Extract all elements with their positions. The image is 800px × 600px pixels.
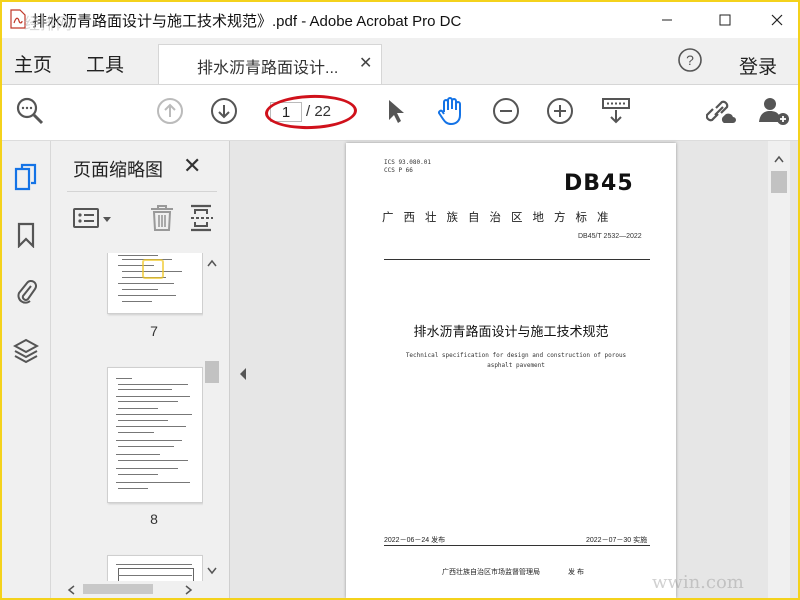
close-window-button[interactable] [748,2,798,38]
panel-toolbar [67,191,217,238]
add-user-icon [759,98,789,125]
english-title-line: asphalt pavement [487,362,545,369]
ccs-line: CCS P 66 [384,167,413,174]
english-title-line: Technical specification for design and c… [405,352,627,359]
zoom-search-button[interactable] [14,95,46,127]
page-thumbnails-button[interactable] [12,163,40,191]
minimize-icon [662,19,672,21]
page-thumbnail[interactable] [107,253,203,314]
header-rule [384,259,650,260]
navigation-rail [2,141,51,598]
previous-page-button[interactable] [154,95,186,127]
thumbnail-horizontal-scrollbar[interactable] [63,581,213,597]
hand-icon [438,97,461,125]
page-thumbnail[interactable] [107,555,203,583]
scroll-up-arrow-icon[interactable] [774,155,784,163]
panel-close-icon[interactable]: ✕ [183,153,201,179]
footer-rule [384,545,650,546]
cursor-arrow-icon [389,100,404,123]
scroll-up-arrow-icon[interactable] [207,259,217,267]
highlight-annotation [264,93,358,131]
ics-line: ICS 93.080.01 [384,159,431,166]
standard-number: DB45/T 2532—2022 [578,233,642,240]
paperclip-icon [17,280,37,304]
release-date: 2022－06－24 发布 [384,537,446,544]
page-thumbnail[interactable] [107,367,203,503]
bookmarks-button[interactable] [12,221,40,249]
toolbar: 1 / 22 [2,85,798,141]
thumbnail-panel: 页面缩略图 ✕ 7 8 [51,141,230,598]
options-menu-icon[interactable] [73,208,113,230]
layers-button[interactable] [12,337,40,365]
layers-icon [13,338,39,364]
window-title: 排水沥青路面设计与施工技术规范》.pdf - Adobe Acrobat Pro… [32,13,462,30]
acrobat-window: 排水沥青路面设计与施工技术规范》.pdf - Adobe Acrobat Pro… [2,2,798,598]
home-menu[interactable]: 主页 [14,50,52,77]
magnifier-icon [16,97,44,125]
menu-bar: 主页 工具 排水沥青路面设计... ✕ ? 登录 [2,38,798,85]
document-title: 排水沥青路面设计与施工技术规范 [413,325,609,340]
ics-code: ICS 93.080.01 CCS P 66 [384,159,431,175]
watermark-overlay: 经排网 [24,16,73,33]
tab-close-icon[interactable]: ✕ [359,53,372,73]
scroll-down-arrow-icon[interactable] [207,567,217,575]
thumbnail-page-label: 7 [150,323,158,339]
scrollbar-thumb[interactable] [205,361,219,383]
tools-menu[interactable]: 工具 [86,50,124,77]
standard-type-label: 广西壮族自治区地方标准 [382,212,619,224]
share-link-button[interactable] [706,95,738,127]
document-viewer: ICS 93.080.01 CCS P 66 DB45 广西壮族自治区地方标准 … [230,141,798,598]
standard-code: DB45 [564,171,634,196]
attachments-button[interactable] [12,277,40,305]
maximize-icon [719,14,731,26]
svg-text:?: ? [686,52,694,68]
zoom-out-button[interactable] [490,95,522,127]
scroll-left-arrow-icon[interactable] [67,585,75,595]
keyboard-arrow-down-icon [602,98,630,124]
zoom-in-button[interactable] [544,95,576,127]
minus-circle-icon [493,98,519,124]
minimize-button[interactable] [638,2,696,38]
page-extract-icon[interactable] [189,204,215,232]
publish-label: 发 布 [568,569,584,576]
help-icon[interactable]: ? [678,48,702,72]
collapse-panel-icon[interactable] [238,367,248,381]
watermark-text: wwin.com [652,572,744,593]
trash-icon[interactable] [149,204,175,232]
document-tab[interactable]: 排水沥青路面设计... ✕ [158,44,382,84]
maximize-button[interactable] [696,2,754,38]
arrow-down-circle-icon [211,98,237,124]
pages-icon [14,163,37,191]
scroll-mode-button[interactable] [600,95,632,127]
english-title: Technical specification for design and c… [386,351,646,371]
panel-title: 页面缩略图 [73,160,163,180]
document-tab-label: 排水沥青路面设计... [197,60,339,77]
plus-circle-icon [547,98,573,124]
arrow-up-circle-icon [157,98,183,124]
thumbnail-scrollbar[interactable] [203,253,221,583]
thumbnail-page-label: 8 [150,511,158,527]
bookmark-icon [17,222,35,248]
scrollbar-thumb[interactable] [771,171,787,193]
close-icon [771,14,783,26]
link-cloud-icon [706,100,736,123]
publisher: 广西壮族自治区市场监督管理局 [442,569,540,576]
implementation-date: 2022－07－30 实施 [586,537,648,544]
add-user-button[interactable] [758,95,790,127]
h-scrollbar-thumb[interactable] [83,584,153,594]
title-bar: 排水沥青路面设计与施工技术规范》.pdf - Adobe Acrobat Pro… [2,2,798,38]
login-button[interactable]: 登录 [739,52,777,79]
next-page-button[interactable] [208,95,240,127]
pdf-page: ICS 93.080.01 CCS P 66 DB45 广西壮族自治区地方标准 … [346,143,676,598]
hand-tool-button[interactable] [434,95,466,127]
document-scrollbar[interactable] [768,141,790,598]
scroll-right-arrow-icon[interactable] [185,585,193,595]
thumbnail-list: 7 8 [51,253,203,583]
select-tool-button[interactable] [380,95,412,127]
